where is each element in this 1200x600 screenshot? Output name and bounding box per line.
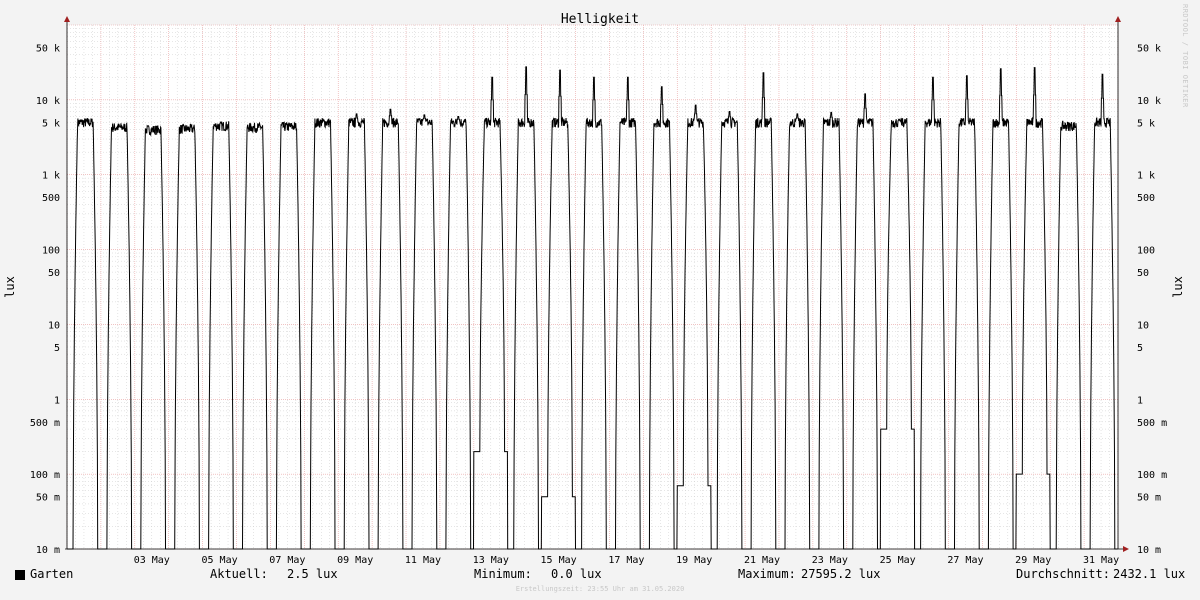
y-tick-label-right: 5 k [1137, 118, 1155, 129]
y-tick-label-right: 100 m [1137, 470, 1167, 481]
x-tick-label: 17 May [608, 555, 644, 566]
y-tick-label-left: 50 m [36, 493, 60, 504]
y-tick-label-right: 500 [1137, 193, 1155, 204]
y-tick-label-left: 50 [48, 268, 60, 279]
y-tick-label-left: 10 [48, 320, 60, 331]
legend-maximum-label: Maximum: [738, 567, 796, 581]
y-tick-label-right: 100 [1137, 246, 1155, 257]
y-tick-label-left: 500 [42, 193, 60, 204]
legend-maximum-value: 27595.2 lux [801, 567, 881, 581]
x-tick-label: 31 May [1083, 555, 1119, 566]
legend-swatch [15, 570, 25, 580]
x-tick-label: 11 May [405, 555, 441, 566]
y-tick-label-left: 10 m [36, 545, 60, 556]
x-tick-label: 09 May [337, 555, 373, 566]
y-axis-arrow-right [1115, 16, 1121, 22]
y-axis-arrow-left [64, 16, 70, 22]
legend-durchschnitt-value: 2432.1 lux [1113, 567, 1186, 581]
y-tick-label-left: 10 k [36, 96, 60, 107]
graph-root: 10 m 10 m 50 m 50 m 100 m 100 m 500 m 500 m 1 1 5 5… [0, 0, 1200, 600]
legend-durchschnitt-label: Durchschnitt: [1016, 567, 1110, 581]
x-tick-label: 15 May [541, 555, 577, 566]
x-tick-label: 03 May [134, 555, 170, 566]
y-tick-label-left: 1 k [42, 171, 60, 182]
legend-series-name: Garten [30, 567, 74, 581]
y-tick-label-right: 10 k [1137, 96, 1161, 107]
chart: 10 m 10 m 50 m 50 m 100 m 100 m 500 m 500 m 1 1 5 5… [3, 12, 1185, 566]
x-tick-label: 27 May [947, 555, 983, 566]
x-tick-label: 19 May [676, 555, 712, 566]
y-tick-label-right: 50 m [1137, 493, 1161, 504]
x-tick-label: 13 May [473, 555, 509, 566]
y-tick-label-right: 10 m [1137, 545, 1161, 556]
creation-time: Erstellungszeit: 23:55 Uhr am 31.05.2020 [515, 585, 685, 593]
chart-title: Helligkeit [561, 12, 639, 27]
rrdtool-watermark: RRDTOOL / TOBI OETIKER [1181, 4, 1189, 108]
y-axis-label-right: lux [1171, 276, 1185, 298]
y-tick-label-left: 5 [54, 343, 60, 354]
y-tick-label-right: 1 k [1137, 171, 1155, 182]
legend-aktuell-label: Aktuell: [210, 567, 268, 581]
y-tick-label-right: 5 [1137, 343, 1143, 354]
y-tick-label-left: 50 k [36, 44, 60, 55]
x-tick-label: 07 May [269, 555, 305, 566]
y-tick-label-left: 100 m [30, 470, 60, 481]
y-tick-label-left: 1 [54, 395, 60, 406]
x-tick-label: 05 May [202, 555, 238, 566]
legend-minimum-value: 0.0 lux [551, 567, 602, 581]
y-tick-label-left: 5 k [42, 118, 60, 129]
x-tick-label: 23 May [812, 555, 848, 566]
legend-minimum-label: Minimum: [474, 567, 532, 581]
y-tick-label-left: 100 [42, 246, 60, 257]
y-tick-label-right: 1 [1137, 395, 1143, 406]
y-tick-label-right: 50 [1137, 268, 1149, 279]
x-tick-label: 29 May [1015, 555, 1051, 566]
x-tick-label: 21 May [744, 555, 780, 566]
x-axis-arrow [1123, 546, 1129, 552]
y-tick-label-right: 500 m [1137, 418, 1167, 429]
y-tick-label-right: 50 k [1137, 44, 1161, 55]
x-tick-label: 25 May [880, 555, 916, 566]
legend-aktuell-value: 2.5 lux [287, 567, 338, 581]
y-tick-label-right: 10 [1137, 320, 1149, 331]
y-tick-label-left: 500 m [30, 418, 60, 429]
y-axis-label-left: lux [3, 276, 17, 298]
